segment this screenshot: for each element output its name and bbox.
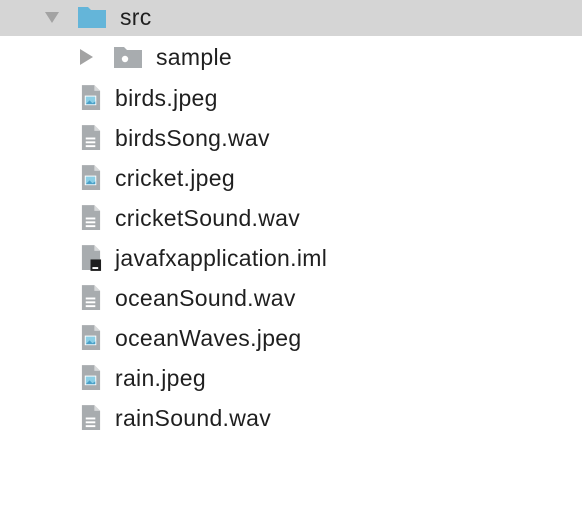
tree-label-file: rain.jpeg <box>115 364 206 391</box>
tree-row-src[interactable]: src <box>0 0 582 36</box>
tree-label-file: cricket.jpeg <box>115 164 235 191</box>
tree-label-file: oceanWaves.jpeg <box>115 324 302 351</box>
image-file-icon <box>81 325 101 350</box>
tree-label-file: rainSound.wav <box>115 404 272 431</box>
project-tree: src sample birds.jpeg birdsSong.wav cricke… <box>0 0 582 518</box>
image-file-icon <box>81 165 101 190</box>
text-file-icon <box>81 125 101 150</box>
image-file-icon <box>81 365 101 390</box>
tree-label-file: birds.jpeg <box>115 84 218 111</box>
tree-row-file[interactable]: oceanSound.wav <box>0 278 582 318</box>
module-file-icon <box>81 245 102 271</box>
tree-row-sample[interactable]: sample <box>0 37 582 77</box>
tree-row-file[interactable]: birdsSong.wav <box>0 118 582 158</box>
text-file-icon <box>81 285 101 310</box>
folder-icon <box>78 7 106 28</box>
tree-label-file: oceanSound.wav <box>115 284 296 311</box>
tree-row-file[interactable]: birds.jpeg <box>0 78 582 118</box>
tree-row-file[interactable]: javafxapplication.iml <box>0 238 582 278</box>
text-file-icon <box>81 205 101 230</box>
tree-row-file[interactable]: rain.jpeg <box>0 358 582 398</box>
tree-row-file[interactable]: rainSound.wav <box>0 398 582 438</box>
tree-label-file: javafxapplication.iml <box>115 244 328 271</box>
tree-row-file[interactable]: cricket.jpeg <box>0 158 582 198</box>
tree-label-file: cricketSound.wav <box>115 204 301 231</box>
expand-arrow-icon[interactable] <box>45 11 59 23</box>
image-file-icon <box>81 85 101 110</box>
tree-row-file[interactable]: cricketSound.wav <box>0 198 582 238</box>
tree-label-file: birdsSong.wav <box>115 124 270 151</box>
tree-label-sample: sample <box>156 43 232 70</box>
collapse-arrow-icon[interactable] <box>80 49 93 65</box>
package-folder-icon <box>114 47 142 68</box>
text-file-icon <box>81 405 101 430</box>
tree-row-file[interactable]: oceanWaves.jpeg <box>0 318 582 358</box>
tree-label-src: src <box>120 3 152 30</box>
